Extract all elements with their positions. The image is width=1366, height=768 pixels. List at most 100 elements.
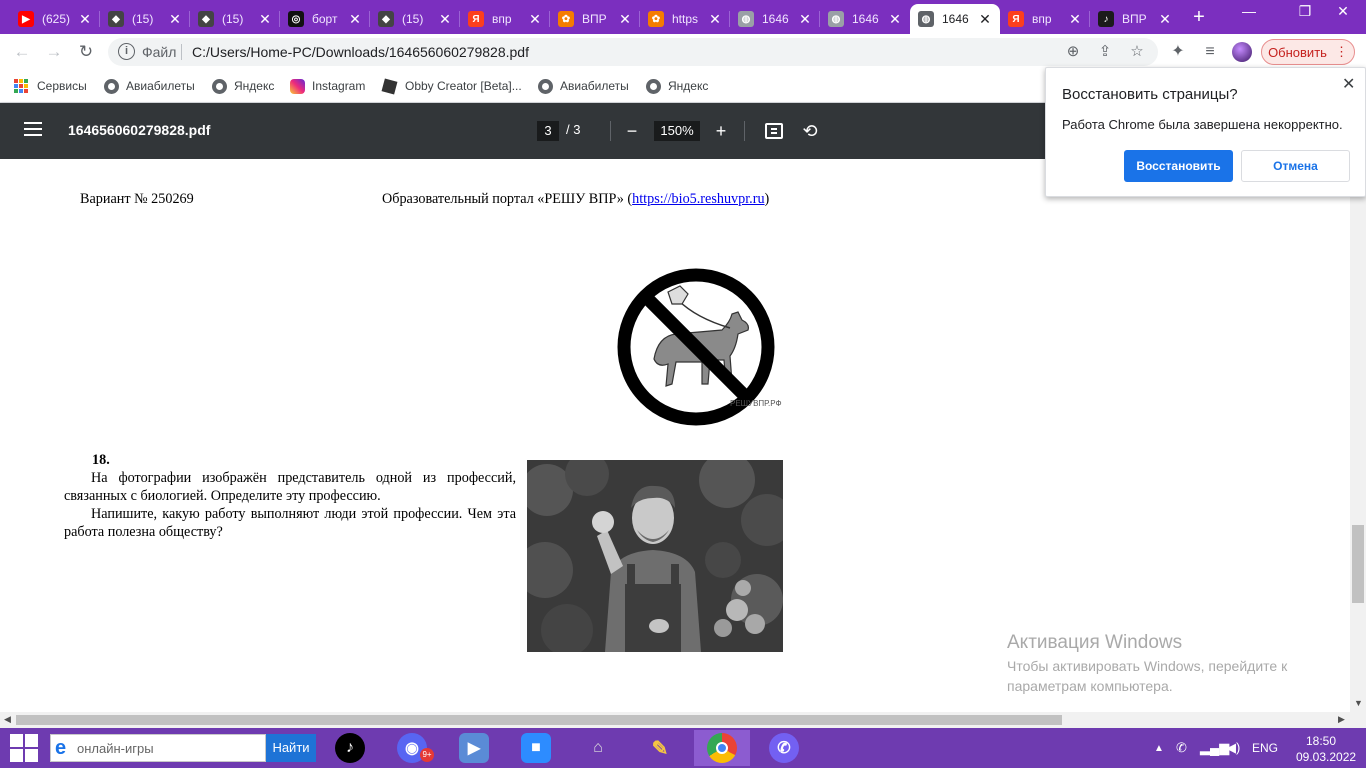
restore-button[interactable]: Восстановить: [1124, 150, 1233, 182]
tab-8[interactable]: ◍ 1646 ✕: [730, 4, 820, 34]
star-icon[interactable]: ☆: [1128, 43, 1146, 61]
tab-close-icon[interactable]: ✕: [168, 11, 182, 28]
tab-close-icon[interactable]: ✕: [888, 11, 902, 28]
back-arrow-icon[interactable]: ←: [10, 40, 34, 64]
vertical-scroll-thumb[interactable]: [1352, 525, 1364, 603]
address-bar[interactable]: i Файл C:/Users/Home-PC/Downloads/164656…: [108, 38, 1158, 66]
forward-arrow-icon[interactable]: →: [42, 40, 66, 64]
tab-6[interactable]: ✿ ВПР ✕: [550, 4, 640, 34]
bookmark-yandex[interactable]: Яндекс: [212, 77, 274, 95]
taskbar-search-input[interactable]: e онлайн-игры: [50, 734, 266, 762]
fit-page-icon[interactable]: [765, 123, 783, 139]
tab-title: ВПР: [1122, 12, 1147, 26]
question-text-2: Напишите, какую работу выполняют люди эт…: [64, 506, 516, 540]
tab-10[interactable]: ◍ 1646 ✕: [910, 4, 1000, 34]
tab-0[interactable]: ▶ (625) ✕: [10, 4, 100, 34]
zoom-icon[interactable]: ⊕: [1064, 43, 1082, 61]
close-icon[interactable]: ✕: [1342, 74, 1355, 94]
zoom-in-icon[interactable]: +: [710, 119, 732, 143]
tab-close-icon[interactable]: ✕: [978, 11, 992, 28]
page-number-input[interactable]: 3: [537, 121, 559, 141]
tab-close-icon[interactable]: ✕: [528, 11, 542, 28]
bookmark-yandex-2[interactable]: Яндекс: [646, 77, 708, 95]
portal-link[interactable]: https://bio5.reshuvpr.ru: [632, 191, 764, 207]
vertical-scrollbar[interactable]: [1350, 159, 1366, 712]
tab-close-icon[interactable]: ✕: [438, 11, 452, 28]
tab-1[interactable]: ◆ (15) ✕: [100, 4, 190, 34]
toolbar-divider: [610, 121, 611, 141]
bookmark-label: Instagram: [312, 79, 366, 93]
taskbar-clock[interactable]: 18:50 09.03.2022: [1296, 733, 1356, 765]
zoom-level-input[interactable]: 150%: [654, 121, 700, 141]
profile-avatar[interactable]: [1232, 42, 1252, 62]
bookmark-obby-creator[interactable]: Obby Creator [Beta]...: [381, 77, 522, 95]
tab-2[interactable]: ◆ (15) ✕: [190, 4, 280, 34]
cancel-button[interactable]: Отмена: [1241, 150, 1350, 182]
tab-close-icon[interactable]: ✕: [258, 11, 272, 28]
vpr-logo-icon: ✿: [648, 11, 664, 27]
extensions-icon[interactable]: ✦: [1168, 42, 1188, 62]
network-icon[interactable]: ▂▄▆: [1200, 740, 1229, 756]
yandex-icon: Я: [1008, 11, 1024, 27]
vpr-logo-icon: ✿: [558, 11, 574, 27]
tiktok-icon: ♪: [335, 733, 365, 763]
scroll-down-icon[interactable]: ▼: [1354, 698, 1363, 708]
rotate-icon[interactable]: ⟲: [799, 119, 821, 143]
zoom-app[interactable]: ■: [508, 730, 564, 766]
mouse-app[interactable]: ⌂: [570, 730, 626, 766]
bookmark-aviabilety-2[interactable]: Авиабилеты: [538, 77, 629, 95]
chrome-app[interactable]: [694, 730, 750, 766]
dialog-message: Работа Chrome была завершена некорректно…: [1062, 117, 1343, 132]
tab-4[interactable]: ◆ (15) ✕: [370, 4, 460, 34]
toolbar-divider: [744, 121, 745, 141]
activation-watermark-line-2: параметрам компьютера.: [1007, 678, 1173, 694]
minimize-button[interactable]: —: [1226, 0, 1272, 30]
tab-close-icon[interactable]: ✕: [1068, 11, 1082, 28]
menu-icon[interactable]: [24, 122, 42, 138]
roblox-icon: [381, 78, 398, 94]
browser-toolbar: ← → ↻ i Файл C:/Users/Home-PC/Downloads/…: [0, 34, 1366, 70]
reload-icon[interactable]: ↻: [74, 40, 98, 64]
tab-close-icon[interactable]: ✕: [618, 11, 632, 28]
tab-9[interactable]: ◍ 1646 ✕: [820, 4, 910, 34]
tab-close-icon[interactable]: ✕: [1158, 11, 1172, 28]
scroll-left-icon[interactable]: ◀: [4, 714, 11, 725]
url-divider: [181, 44, 182, 60]
tab-5[interactable]: Явпр ✕: [460, 4, 550, 34]
reading-list-icon[interactable]: ≡: [1200, 42, 1220, 62]
new-tab-button[interactable]: +: [1186, 6, 1212, 28]
bookmark-label: Obby Creator [Beta]...: [405, 79, 522, 93]
url-text[interactable]: C:/Users/Home-PC/Downloads/1646560602798…: [192, 44, 529, 60]
tab-close-icon[interactable]: ✕: [348, 11, 362, 28]
tab-11[interactable]: Явпр ✕: [1000, 4, 1090, 34]
tab-close-icon[interactable]: ✕: [78, 11, 92, 28]
scroll-right-icon[interactable]: ▶: [1338, 714, 1345, 725]
video-app[interactable]: ▶: [446, 730, 502, 766]
tab-close-icon[interactable]: ✕: [798, 11, 812, 28]
tab-strip: ▶ (625) ✕ ◆ (15) ✕ ◆ (15) ✕ ◎ борт ✕ ◆ (15) ✕ Явпр ✕ ✿ ВПР…: [0, 0, 1366, 34]
bookmark-instagram[interactable]: Instagram: [290, 77, 365, 95]
bookmark-aviabilety[interactable]: Авиабилеты: [104, 77, 195, 95]
paint-app[interactable]: ✎: [632, 730, 688, 766]
discord-app[interactable]: ◉: [384, 730, 440, 766]
viber-tray-icon[interactable]: ✆: [1176, 740, 1187, 756]
tab-close-icon[interactable]: ✕: [708, 11, 722, 28]
info-icon[interactable]: i: [118, 43, 135, 60]
viber-app[interactable]: ✆: [756, 730, 812, 766]
tab-7[interactable]: ✿ https ✕: [640, 4, 730, 34]
tray-overflow-icon[interactable]: ▲: [1154, 743, 1164, 754]
tiktok-app[interactable]: ♪: [322, 730, 378, 766]
volume-icon[interactable]: ◀): [1226, 740, 1240, 756]
language-indicator[interactable]: ENG: [1252, 741, 1278, 755]
tab-3[interactable]: ◎ борт ✕: [280, 4, 370, 34]
taskbar-find-button[interactable]: Найти: [266, 734, 316, 762]
windows-start-icon[interactable]: [10, 734, 38, 762]
tab-title: (15): [222, 12, 244, 26]
tab-12[interactable]: ♪ ВПР ✕: [1090, 4, 1180, 34]
close-window-button[interactable]: ✕: [1320, 0, 1366, 30]
update-button[interactable]: Обновить ⋮: [1261, 39, 1355, 65]
horizontal-scroll-thumb[interactable]: [16, 715, 1062, 725]
zoom-out-icon[interactable]: −: [621, 119, 643, 143]
bookmark-services[interactable]: Сервисы: [14, 77, 87, 95]
share-icon[interactable]: ⇪: [1096, 43, 1114, 61]
